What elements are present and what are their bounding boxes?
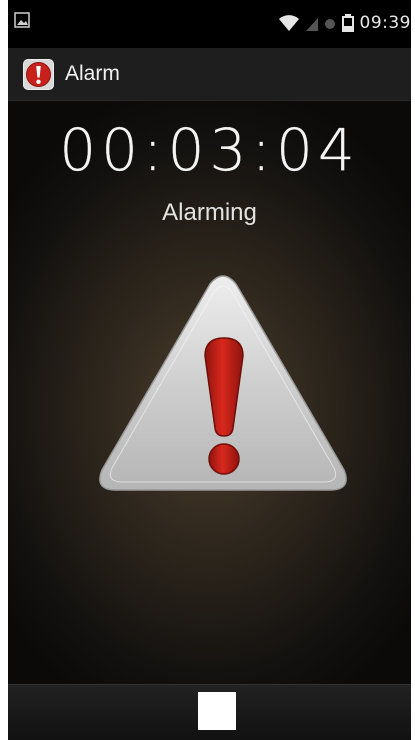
cellular-signal-icon xyxy=(305,18,318,31)
alarm-status-label: Alarming xyxy=(162,199,257,226)
status-bar: 09:39 xyxy=(8,0,411,48)
gallery-notification-icon xyxy=(14,12,30,28)
status-time: 09:39 xyxy=(359,13,411,33)
wifi-icon xyxy=(278,15,299,31)
elapsed-timer: 00:03:04 xyxy=(59,116,360,184)
phone-screen: 09:39 Alarm 00:03:04 Alarming xyxy=(8,0,411,740)
status-icons: 09:39 xyxy=(278,12,412,34)
alarm-app-icon[interactable] xyxy=(22,58,55,91)
warning-triangle-icon xyxy=(99,275,347,491)
alarm-dot-icon xyxy=(324,19,335,29)
battery-icon xyxy=(341,14,354,32)
stop-button[interactable] xyxy=(198,692,236,730)
app-title: Alarm xyxy=(65,62,120,85)
